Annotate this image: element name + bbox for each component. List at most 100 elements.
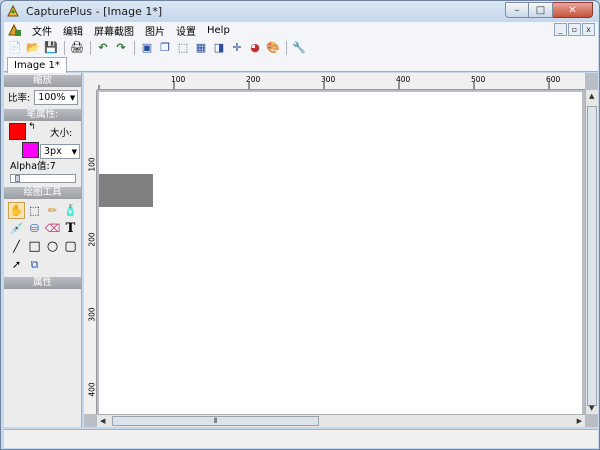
menu-help[interactable]: Help	[203, 25, 237, 36]
app-icon	[6, 4, 20, 18]
ruler-tick-label: 300	[321, 75, 336, 84]
minimize-button[interactable]: –	[505, 2, 529, 18]
settings-wrench-icon[interactable]: 🔧	[292, 41, 306, 55]
palette-icon[interactable]: 🎨	[266, 41, 280, 55]
color-picker-icon[interactable]: ◕	[248, 41, 262, 55]
window-controls: – □ ✕	[505, 2, 593, 18]
rounded-rect-tool-icon[interactable]: ▢	[62, 238, 79, 255]
menu-settings[interactable]: 设置	[172, 23, 203, 38]
ruler-tick-label: 100	[171, 75, 186, 84]
horizontal-scrollbar[interactable]: ◀ ⦀ ▶	[97, 414, 585, 427]
tab-image-1[interactable]: Image 1*	[7, 57, 67, 73]
zoom-select[interactable]: 100% ▼	[34, 89, 79, 105]
scroll-left-icon[interactable]: ◀	[100, 417, 105, 425]
capture-region-icon[interactable]: ⬚	[176, 41, 190, 55]
rect-select-icon[interactable]: ⬚	[26, 202, 43, 219]
ruler-tick-label: 200	[87, 232, 97, 247]
fill-bucket-icon[interactable]: ⛁	[26, 220, 43, 237]
doc-close-button[interactable]: x	[582, 23, 595, 36]
new-file-icon[interactable]: 📄	[8, 41, 22, 55]
left-panel: 缩放 比率: 100% ▼ 笔属性: ↰ 大小: 3px ▼ Alpha值:7 …	[4, 73, 82, 427]
arrow-tool-icon[interactable]: ➚	[8, 256, 25, 273]
maximize-button[interactable]: □	[529, 2, 553, 18]
capture-fullscreen-icon[interactable]: ▣	[140, 41, 154, 55]
alpha-label: Alpha值:7	[10, 161, 56, 172]
ruler-tick-label: 200	[246, 75, 261, 84]
document-tab-strip: Image 1*	[4, 57, 598, 73]
size-select[interactable]: 3px ▼	[40, 144, 80, 159]
text-tool-icon[interactable]: T	[62, 220, 79, 237]
zoom-section-header: 缩放	[4, 75, 81, 87]
vertical-scrollbar[interactable]: ▲ ▼	[585, 90, 598, 414]
close-button[interactable]: ✕	[553, 2, 593, 18]
swap-colors-icon[interactable]: ↰	[28, 122, 36, 132]
tools-section-header: 绘图工具	[4, 187, 81, 199]
ruler-tick-label: 400	[87, 382, 97, 397]
print-icon[interactable]: 🖨	[70, 41, 84, 55]
background-color-swatch[interactable]	[22, 142, 39, 158]
alpha-slider-thumb[interactable]	[15, 175, 21, 182]
pencil-icon[interactable]: ✏	[44, 202, 61, 219]
chevron-down-icon: ▼	[69, 93, 76, 102]
ruler-tick-label: 100	[87, 157, 97, 172]
scroll-right-icon[interactable]: ▶	[577, 417, 582, 425]
toolbar-separator	[64, 41, 65, 55]
stamp-tool-icon[interactable]: ⧉	[26, 256, 43, 273]
horizontal-scroll-thumb[interactable]: ⦀	[112, 416, 319, 426]
undo-icon[interactable]: ↶	[96, 41, 110, 55]
scroll-down-icon[interactable]: ▼	[589, 404, 594, 412]
crosshair-icon[interactable]: ✛	[230, 41, 244, 55]
save-icon[interactable]: 💾	[44, 41, 58, 55]
toolbar-separator	[90, 41, 91, 55]
capture-scroll-icon[interactable]: ▦	[194, 41, 208, 55]
properties-section-header: 属性	[4, 277, 81, 289]
horizontal-ruler: 100 200 300 400 500 600	[97, 73, 585, 90]
document-window-controls: _ ▫ x	[554, 23, 595, 36]
open-folder-icon[interactable]: 📂	[26, 41, 40, 55]
ruler-tick-label: 300	[87, 307, 97, 322]
app-window: CapturePlus - [Image 1*] – □ ✕ 文件 编辑 屏幕截…	[0, 0, 600, 450]
menu-image[interactable]: 图片	[141, 23, 172, 38]
color-area: ↰ 大小: 3px ▼	[4, 121, 81, 161]
alpha-slider[interactable]	[10, 174, 76, 183]
title-bar[interactable]: CapturePlus - [Image 1*] – □ ✕	[1, 1, 599, 21]
toolbar-separator	[286, 41, 287, 55]
doc-restore-button[interactable]: ▫	[568, 23, 581, 36]
capture-window-icon[interactable]: ❐	[158, 41, 172, 55]
doc-minimize-button[interactable]: _	[554, 23, 567, 36]
zoom-value: 100%	[38, 91, 66, 103]
menu-edit[interactable]: 编辑	[59, 23, 90, 38]
redo-icon[interactable]: ↷	[114, 41, 128, 55]
ruler-tick-label: 600	[546, 75, 561, 84]
menu-screenshot[interactable]: 屏幕截图	[90, 23, 141, 38]
eraser-icon[interactable]: ⌫	[44, 220, 61, 237]
line-tool-icon[interactable]: ╱	[8, 238, 25, 255]
eyedropper-icon[interactable]: 💉	[8, 220, 25, 237]
ruler-tick-label: 500	[471, 75, 486, 84]
scroll-up-icon[interactable]: ▲	[589, 92, 594, 100]
status-bar	[4, 429, 598, 448]
vertical-scroll-thumb[interactable]	[587, 106, 597, 406]
document-icon[interactable]	[8, 23, 22, 37]
toolbar: 📄 📂 💾 🖨 ↶ ↷ ▣ ❐ ⬚ ▦ ◨ ✛ ◕ 🎨 🔧	[4, 39, 598, 57]
image-canvas[interactable]	[99, 92, 582, 414]
tool-grid: ✋ ⬚ ✏ 🧴 💉 ⛁ ⌫ T ╱ □ ○ ▢ ➚ ⧉	[4, 199, 81, 273]
size-label: 大小:	[50, 128, 73, 139]
gray-rectangle-shape[interactable]	[99, 174, 153, 207]
ellipse-tool-icon[interactable]: ○	[44, 238, 61, 255]
foreground-color-swatch[interactable]	[9, 123, 26, 140]
pen-section-header: 笔属性:	[4, 109, 81, 121]
size-value: 3px	[44, 146, 62, 157]
canvas-workspace: 100 200 300 400 500 600 100 200 300 400 …	[84, 73, 598, 427]
spray-icon[interactable]: 🧴	[62, 202, 79, 219]
vertical-ruler: 100 200 300 400	[84, 90, 97, 414]
ruler-tick-label: 400	[396, 75, 411, 84]
menu-file[interactable]: 文件	[28, 23, 59, 38]
rectangle-tool-icon[interactable]: □	[26, 238, 43, 255]
chevron-down-icon: ▼	[71, 148, 77, 156]
capture-object-icon[interactable]: ◨	[212, 41, 226, 55]
hand-tool-icon[interactable]: ✋	[8, 202, 25, 219]
menu-bar: 文件 编辑 屏幕截图 图片 设置 Help _ ▫ x	[4, 22, 598, 39]
ruler-corner	[84, 73, 97, 90]
zoom-row: 比率: 100% ▼	[4, 87, 81, 107]
